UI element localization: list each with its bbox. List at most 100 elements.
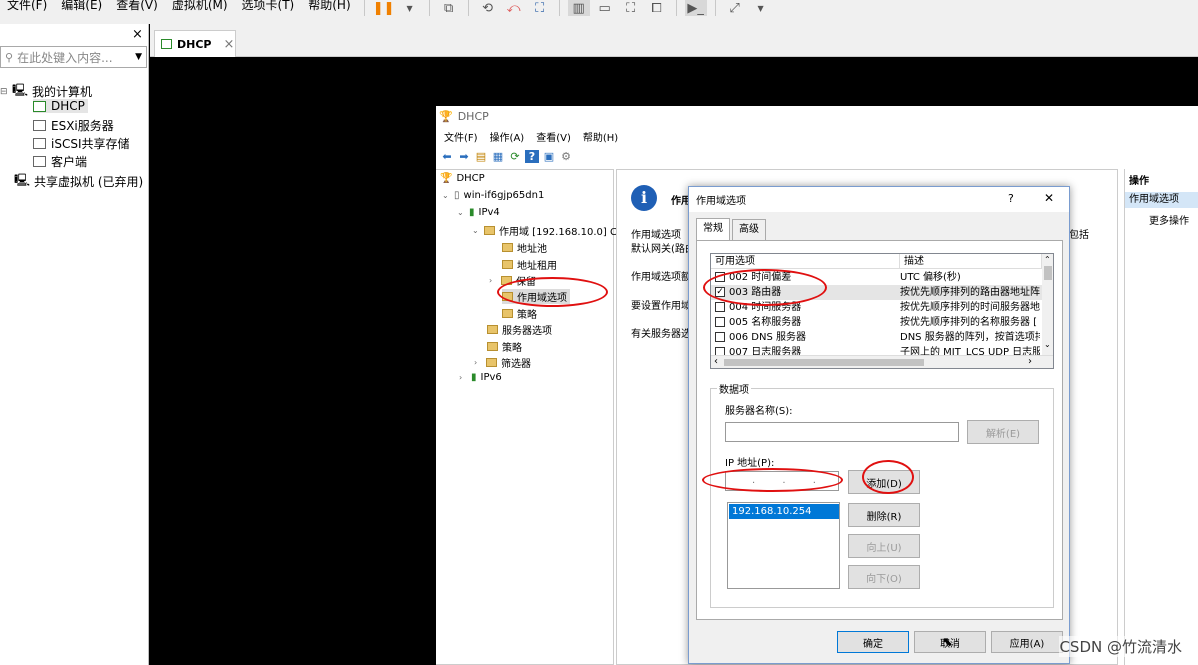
console-menu-bar: 文件(F) 操作(A) 查看(V) 帮助(H) [436,126,1198,146]
tab-advanced[interactable]: 高级 [732,219,766,240]
remove-button[interactable]: 删除(R) [848,503,920,527]
collapsed-icon[interactable]: › [489,276,499,285]
dialog-close-button[interactable]: ✕ [1044,191,1054,205]
back-arrow-icon[interactable]: ⬅ [440,150,454,163]
help-icon[interactable]: ? [525,149,539,163]
stretch-icon[interactable]: ⤢ [724,0,746,16]
show-hide-tree-icon[interactable]: ▦ [491,150,505,163]
console-icon[interactable]: ▶_ [684,0,707,16]
revert-snapshot-icon[interactable]: ⤺ [503,0,525,16]
scroll-left-icon[interactable]: ‹ [714,356,718,367]
actions-selected-item[interactable]: 作用域选项 [1125,192,1198,208]
library-search-input[interactable]: ⚲ 在此处键入内容... ▼ [0,46,147,68]
tree-server-options[interactable]: 服务器选项 [487,322,552,337]
tree-address-pool[interactable]: 地址池 [502,240,547,255]
console-menu-file[interactable]: 文件(F) [436,129,482,144]
ip-entry-selected[interactable]: 192.168.10.254 [729,504,839,519]
tab-dhcp[interactable]: DHCP × [154,30,236,57]
move-down-button[interactable]: 向下(O) [848,565,920,589]
option-row[interactable]: 007 日志服务器 子网上的 MIT_LCS UDP 日志服 [711,345,1042,355]
chevron-down-icon[interactable]: ▼ [135,52,142,62]
tree-vm-esxi[interactable]: ESXi服务器 [33,117,114,134]
tree-scope[interactable]: ⌄ 作用域 [192.168.10.0] C [472,223,617,238]
scroll-thumb[interactable] [1044,266,1052,280]
tree-label: IPv4 [478,207,500,218]
tree-server[interactable]: ⌄ ▯ win-if6gjp65dn1 [442,190,544,201]
option-row[interactable]: 006 DNS 服务器 DNS 服务器的阵列，按首选项排 [711,330,1042,345]
apply-button[interactable]: 应用(A) [991,631,1063,653]
configure-icon[interactable]: ⚙ [559,150,573,163]
tree-label: 策略 [517,310,537,321]
fullscreen-icon[interactable]: ⛶ [620,0,642,16]
up-folder-icon[interactable]: ▤ [474,150,488,163]
tree-ipv6[interactable]: › ▮ IPv6 [459,372,502,383]
tree-shared-vms[interactable]: 🖳 共享虚拟机 (已弃用) [14,171,143,192]
library-close-button[interactable]: × [132,27,143,42]
column-header-options[interactable]: 可用选项 [711,254,900,269]
tree-scope-policies[interactable]: 策略 [502,306,537,321]
properties-icon[interactable]: ▣ [542,150,556,163]
tree-ipv4[interactable]: ⌄ ▮ IPv4 [457,207,500,218]
expanded-icon[interactable]: ⌄ [442,191,452,200]
vertical-scrollbar[interactable]: ⌃ ⌄ [1042,254,1053,355]
option-label: 006 DNS 服务器 [729,332,806,343]
menu-edit[interactable]: 编辑(E) [54,0,109,11]
column-header-description[interactable]: 描述 [900,254,1042,269]
unity-icon[interactable]: ⧠ [646,0,668,16]
menu-tabs[interactable]: 选项卡(T) [235,0,302,11]
option-checkbox[interactable] [715,317,725,327]
scroll-down-icon[interactable]: ⌄ [1044,340,1051,349]
forward-arrow-icon[interactable]: ➡ [457,150,471,163]
dropdown-arrow-icon[interactable]: ▼ [399,0,421,16]
tab-general[interactable]: 常规 [696,218,730,240]
option-checkbox[interactable] [715,347,725,355]
tab-close-button[interactable]: × [223,37,234,52]
annotation-circle [862,460,914,494]
more-actions-link[interactable]: 更多操作 [1149,212,1189,227]
option-checkbox[interactable] [715,332,725,342]
tree-dhcp-root[interactable]: 🏆 DHCP [440,173,485,184]
horizontal-scrollbar[interactable]: ‹ › [711,355,1053,368]
snapshot-manager-icon[interactable]: ⛶ [529,0,551,16]
tree-vm-client[interactable]: 客户端 [33,153,87,170]
scroll-right-icon[interactable]: › [1028,356,1032,367]
tree-label: 地址租用 [517,261,557,272]
library-view-icon[interactable]: ▥ [567,0,590,16]
collapsed-icon[interactable]: › [459,373,469,382]
menu-view[interactable]: 查看(V) [109,0,165,11]
tree-address-leases[interactable]: 地址租用 [502,257,557,272]
folder-icon [502,260,513,269]
move-up-button[interactable]: 向上(U) [848,534,920,558]
collapse-icon[interactable]: ⊟ [0,87,12,97]
tree-policies[interactable]: 策略 [487,339,522,354]
console-menu-help[interactable]: 帮助(H) [575,129,622,144]
pause-icon[interactable]: ❚❚ [373,0,395,16]
menu-help[interactable]: 帮助(H) [301,0,357,11]
ok-button[interactable]: 确定 [837,631,909,653]
option-checkbox[interactable] [715,302,725,312]
dialog-help-button[interactable]: ? [1008,192,1014,205]
collapsed-icon[interactable]: › [474,358,484,367]
expanded-icon[interactable]: ⌄ [472,226,482,235]
menu-vm[interactable]: 虚拟机(M) [165,0,235,11]
resolve-button[interactable]: 解析(E) [967,420,1039,444]
refresh-icon[interactable]: ⟳ [508,150,522,163]
toolbar-separator [363,0,365,16]
dropdown-arrow-icon[interactable]: ▼ [750,0,772,16]
scroll-up-icon[interactable]: ⌃ [1044,255,1051,264]
snapshot-icon[interactable]: ⟲ [477,0,499,16]
console-menu-view[interactable]: 查看(V) [528,129,575,144]
tree-vm-dhcp[interactable]: DHCP [33,99,88,113]
thumbnail-view-icon[interactable]: ▭ [594,0,616,16]
menu-file[interactable]: 文件(F) [0,0,54,11]
expanded-icon[interactable]: ⌄ [457,208,467,217]
server-name-input[interactable] [725,422,959,442]
scroll-thumb[interactable] [724,359,924,366]
option-row[interactable]: 005 名称服务器 按优先顺序排列的名称服务器 [ [711,315,1042,330]
tree-filters[interactable]: › 筛选器 [474,355,531,370]
ip-address-list[interactable]: 192.168.10.254 [727,502,840,589]
send-keys-icon[interactable]: ⧉ [438,0,460,16]
shared-vm-icon: 🖳 [14,173,31,187]
tree-vm-iscsi[interactable]: iSCSI共享存储 [33,135,130,152]
console-menu-action[interactable]: 操作(A) [482,129,529,144]
